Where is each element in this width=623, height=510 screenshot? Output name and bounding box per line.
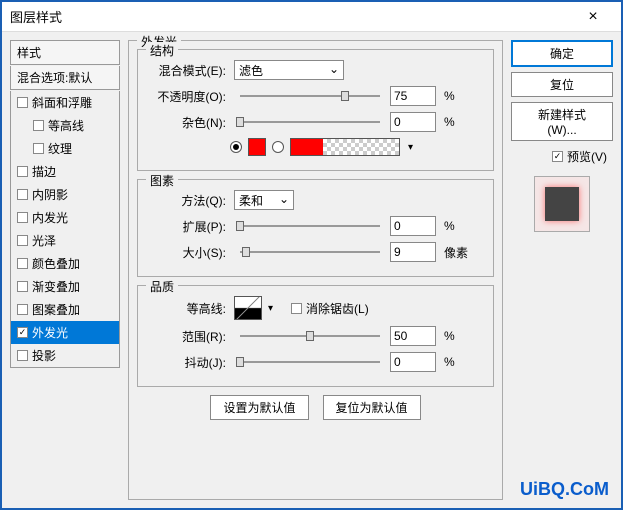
sidebar-item-pattern-overlay[interactable]: 图案叠加 bbox=[11, 298, 119, 321]
noise-input[interactable]: 0 bbox=[390, 112, 436, 132]
jitter-unit: % bbox=[444, 355, 455, 369]
antialias-checkbox[interactable] bbox=[291, 303, 302, 314]
reset-default-button[interactable]: 复位为默认值 bbox=[323, 395, 421, 420]
sidebar-label: 描边 bbox=[32, 163, 56, 180]
technique-value: 柔和 bbox=[239, 192, 263, 209]
solid-color-radio[interactable] bbox=[230, 141, 242, 153]
opacity-input[interactable]: 75 bbox=[390, 86, 436, 106]
sidebar-checkbox-bevel[interactable] bbox=[17, 97, 28, 108]
sidebar-checkbox-satin[interactable] bbox=[17, 235, 28, 246]
blend-mode-select[interactable]: 滤色 bbox=[234, 60, 344, 80]
spread-label: 扩展(P): bbox=[148, 218, 226, 235]
size-unit: 像素 bbox=[444, 244, 468, 261]
sidebar-label: 投影 bbox=[32, 347, 56, 364]
sidebar-checkbox-color-overlay[interactable] bbox=[17, 258, 28, 269]
antialias-label: 消除锯齿(L) bbox=[306, 300, 369, 317]
jitter-input[interactable]: 0 bbox=[390, 352, 436, 372]
technique-select[interactable]: 柔和 bbox=[234, 190, 294, 210]
structure-title: 结构 bbox=[146, 42, 178, 59]
spread-unit: % bbox=[444, 219, 455, 233]
cancel-button[interactable]: 复位 bbox=[511, 72, 613, 97]
size-slider[interactable] bbox=[240, 245, 380, 259]
sidebar-label: 斜面和浮雕 bbox=[32, 94, 92, 111]
sidebar-label: 图案叠加 bbox=[32, 301, 80, 318]
contour-picker[interactable] bbox=[234, 296, 262, 320]
sidebar-item-bevel[interactable]: 斜面和浮雕 bbox=[11, 91, 119, 114]
sidebar-label: 等高线 bbox=[48, 117, 84, 134]
sidebar-item-drop-shadow[interactable]: 投影 bbox=[11, 344, 119, 367]
opacity-slider[interactable] bbox=[240, 89, 380, 103]
styles-sidebar: 样式 混合选项:默认 斜面和浮雕等高线纹理描边内阴影内发光光泽颜色叠加渐变叠加图… bbox=[10, 40, 120, 500]
sidebar-label: 内发光 bbox=[32, 209, 68, 226]
sidebar-label: 内阴影 bbox=[32, 186, 68, 203]
quality-title: 品质 bbox=[146, 278, 178, 295]
sidebar-checkbox-outer-glow[interactable] bbox=[17, 327, 28, 338]
blend-options-header[interactable]: 混合选项:默认 bbox=[10, 66, 120, 90]
sidebar-item-inner-glow[interactable]: 内发光 bbox=[11, 206, 119, 229]
window-title: 图层样式 bbox=[10, 7, 62, 26]
noise-slider[interactable] bbox=[240, 115, 380, 129]
range-input[interactable]: 50 bbox=[390, 326, 436, 346]
contour-dropdown-icon[interactable]: ▾ bbox=[268, 303, 273, 314]
sidebar-label: 外发光 bbox=[32, 324, 68, 341]
range-slider[interactable] bbox=[240, 329, 380, 343]
sidebar-checkbox-gradient-overlay[interactable] bbox=[17, 281, 28, 292]
contour-label: 等高线: bbox=[148, 300, 226, 317]
sidebar-checkbox-pattern-overlay[interactable] bbox=[17, 304, 28, 315]
size-label: 大小(S): bbox=[148, 244, 226, 261]
sidebar-label: 纹理 bbox=[48, 140, 72, 157]
elements-title: 图素 bbox=[146, 172, 178, 189]
range-unit: % bbox=[444, 329, 455, 343]
sidebar-item-contour[interactable]: 等高线 bbox=[11, 114, 119, 137]
sidebar-label: 渐变叠加 bbox=[32, 278, 80, 295]
preview-label: 预览(V) bbox=[567, 148, 607, 165]
gradient-picker[interactable] bbox=[290, 138, 400, 156]
preview-box bbox=[534, 176, 590, 232]
sidebar-item-satin[interactable]: 光泽 bbox=[11, 229, 119, 252]
sidebar-checkbox-texture[interactable] bbox=[33, 143, 44, 154]
sidebar-item-gradient-overlay[interactable]: 渐变叠加 bbox=[11, 275, 119, 298]
preview-checkbox[interactable] bbox=[552, 151, 563, 162]
size-input[interactable]: 9 bbox=[390, 242, 436, 262]
opacity-label: 不透明度(O): bbox=[148, 88, 226, 105]
opacity-unit: % bbox=[444, 89, 455, 103]
ok-button[interactable]: 确定 bbox=[511, 40, 613, 67]
gradient-radio[interactable] bbox=[272, 141, 284, 153]
new-style-button[interactable]: 新建样式(W)... bbox=[511, 102, 613, 141]
sidebar-checkbox-stroke[interactable] bbox=[17, 166, 28, 177]
spread-input[interactable]: 0 bbox=[390, 216, 436, 236]
gradient-dropdown-icon[interactable]: ▾ bbox=[408, 142, 413, 153]
color-swatch[interactable] bbox=[248, 138, 266, 156]
spread-slider[interactable] bbox=[240, 219, 380, 233]
jitter-slider[interactable] bbox=[240, 355, 380, 369]
sidebar-checkbox-inner-glow[interactable] bbox=[17, 212, 28, 223]
sidebar-item-outer-glow[interactable]: 外发光 bbox=[11, 321, 119, 344]
sidebar-item-texture[interactable]: 纹理 bbox=[11, 137, 119, 160]
range-label: 范围(R): bbox=[148, 328, 226, 345]
noise-unit: % bbox=[444, 115, 455, 129]
sidebar-item-stroke[interactable]: 描边 bbox=[11, 160, 119, 183]
technique-label: 方法(Q): bbox=[148, 192, 226, 209]
close-button[interactable]: × bbox=[573, 3, 613, 31]
noise-label: 杂色(N): bbox=[148, 114, 226, 131]
sidebar-item-color-overlay[interactable]: 颜色叠加 bbox=[11, 252, 119, 275]
sidebar-label: 颜色叠加 bbox=[32, 255, 80, 272]
sidebar-checkbox-drop-shadow[interactable] bbox=[17, 350, 28, 361]
sidebar-item-inner-shadow[interactable]: 内阴影 bbox=[11, 183, 119, 206]
watermark: UiBQ.CoM bbox=[520, 479, 609, 500]
jitter-label: 抖动(J): bbox=[148, 354, 226, 371]
make-default-button[interactable]: 设置为默认值 bbox=[210, 395, 308, 420]
sidebar-checkbox-contour[interactable] bbox=[33, 120, 44, 131]
sidebar-checkbox-inner-shadow[interactable] bbox=[17, 189, 28, 200]
sidebar-label: 光泽 bbox=[32, 232, 56, 249]
blend-mode-value: 滤色 bbox=[239, 62, 263, 79]
styles-header[interactable]: 样式 bbox=[10, 40, 120, 65]
blend-mode-label: 混合模式(E): bbox=[148, 62, 226, 79]
